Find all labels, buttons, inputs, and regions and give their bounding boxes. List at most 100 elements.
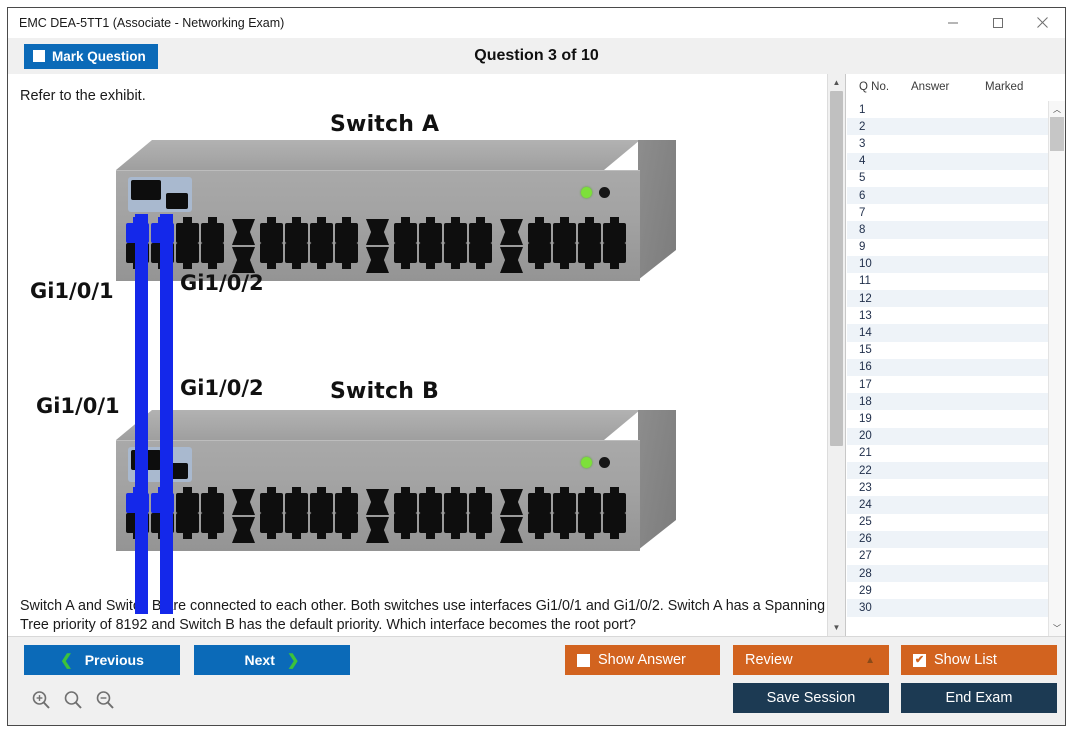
scroll-down-icon[interactable]: ▼: [828, 619, 845, 636]
question-list-row[interactable]: 14: [847, 324, 1048, 341]
question-list-scrollbar-thumb[interactable]: [1050, 117, 1064, 151]
port: [578, 217, 601, 243]
list-scroll-up-icon[interactable]: ︿: [1049, 101, 1065, 117]
mark-question-checkbox[interactable]: [33, 50, 45, 62]
port: [260, 243, 283, 269]
row-question-number: 13: [847, 310, 899, 322]
scroll-up-icon[interactable]: ▲: [828, 74, 845, 91]
question-list-row[interactable]: 21: [847, 445, 1048, 462]
question-list-row[interactable]: 11: [847, 273, 1048, 290]
switch-a-right-face: [638, 140, 676, 280]
row-question-number: 27: [847, 550, 899, 562]
question-list-row[interactable]: 3: [847, 135, 1048, 152]
question-list-row[interactable]: 30: [847, 599, 1048, 616]
previous-button[interactable]: ❮ Previous: [24, 645, 180, 675]
question-list-row[interactable]: 9: [847, 239, 1048, 256]
close-icon[interactable]: [1020, 8, 1065, 37]
switch-a-status-led-green: [581, 187, 592, 198]
question-list-row[interactable]: 26: [847, 531, 1048, 548]
port: [553, 243, 576, 269]
question-list-row[interactable]: 23: [847, 479, 1048, 496]
question-list-row[interactable]: 4: [847, 153, 1048, 170]
port: [285, 487, 308, 513]
port: [603, 217, 626, 243]
port: [176, 243, 199, 269]
previous-button-label: Previous: [85, 652, 144, 668]
row-question-number: 24: [847, 499, 899, 511]
show-list-checkbox[interactable]: ✔: [913, 654, 926, 667]
switch-b-status-led-off: [599, 457, 610, 468]
row-question-number: 10: [847, 258, 899, 270]
body-split: Refer to the exhibit. Switch A: [8, 74, 1065, 636]
question-list-row[interactable]: 27: [847, 548, 1048, 565]
switch-a-front-panel: [116, 170, 640, 281]
end-exam-label: End Exam: [946, 690, 1013, 706]
question-list-row[interactable]: 10: [847, 256, 1048, 273]
switch-a-gi1-0-2-label: Gi1/0/2: [180, 271, 264, 295]
chevron-right-icon: ❯: [287, 651, 300, 669]
question-list-row[interactable]: 12: [847, 290, 1048, 307]
switch-b-right-face: [638, 410, 676, 550]
question-list-row[interactable]: 6: [847, 187, 1048, 204]
question-list-scrollbar[interactable]: ︿ ﹀: [1048, 101, 1065, 636]
port: [603, 487, 626, 513]
footer-toolbar: ❮ Previous Next ❯ Show Answer Review ▲ ✔…: [8, 636, 1065, 725]
port: [419, 217, 442, 243]
row-question-number: 5: [847, 172, 899, 184]
switch-b-gi1-0-2-label: Gi1/0/2: [180, 376, 264, 400]
port-group-divider: [498, 217, 525, 275]
question-list-row[interactable]: 20: [847, 428, 1048, 445]
port: [285, 513, 308, 539]
list-scroll-down-icon[interactable]: ﹀: [1049, 620, 1065, 636]
end-exam-button[interactable]: End Exam: [901, 683, 1057, 713]
content-scrollbar-thumb[interactable]: [830, 91, 843, 446]
review-dropdown[interactable]: Review ▲: [733, 645, 889, 675]
question-list-row[interactable]: 2: [847, 118, 1048, 135]
port-group-divider: [364, 487, 391, 545]
question-list-row[interactable]: 16: [847, 359, 1048, 376]
console-port-primary-icon: [131, 180, 161, 200]
show-answer-button[interactable]: Show Answer: [565, 645, 720, 675]
minimize-icon[interactable]: [930, 8, 975, 37]
port: [394, 217, 417, 243]
exhibit-diagram: Switch A: [8, 104, 828, 599]
switch-a-status-led-off: [599, 187, 610, 198]
question-list-row[interactable]: 13: [847, 307, 1048, 324]
question-list-row[interactable]: 1: [847, 101, 1048, 118]
zoom-in-icon[interactable]: [30, 689, 52, 711]
port-group-divider: [498, 487, 525, 545]
question-list-row[interactable]: 22: [847, 462, 1048, 479]
row-question-number: 22: [847, 465, 899, 477]
maximize-icon[interactable]: [975, 8, 1020, 37]
port: [553, 513, 576, 539]
refer-to-exhibit-text: Refer to the exhibit.: [20, 88, 146, 104]
question-list-row[interactable]: 28: [847, 565, 1048, 582]
question-list-row[interactable]: 7: [847, 204, 1048, 221]
question-counter: Question 3 of 10: [8, 47, 1065, 65]
next-button[interactable]: Next ❯: [194, 645, 350, 675]
content-scrollbar[interactable]: ▲ ▼: [827, 74, 845, 636]
zoom-reset-icon[interactable]: [62, 689, 84, 711]
question-list-row[interactable]: 24: [847, 496, 1048, 513]
question-list-row[interactable]: 29: [847, 582, 1048, 599]
port: [335, 487, 358, 513]
row-question-number: 30: [847, 602, 899, 614]
mark-question-button[interactable]: Mark Question: [24, 44, 158, 69]
port-group: [394, 217, 492, 269]
save-session-button[interactable]: Save Session: [733, 683, 889, 713]
port: [260, 513, 283, 539]
question-list-row[interactable]: 19: [847, 410, 1048, 427]
port: [310, 487, 333, 513]
question-list-row[interactable]: 18: [847, 393, 1048, 410]
show-answer-checkbox[interactable]: [577, 654, 590, 667]
port: [469, 513, 492, 539]
show-list-button[interactable]: ✔ Show List: [901, 645, 1057, 675]
port-group: [260, 487, 358, 539]
question-list-row[interactable]: 5: [847, 170, 1048, 187]
question-list-row[interactable]: 8: [847, 221, 1048, 238]
question-list-row[interactable]: 25: [847, 514, 1048, 531]
row-question-number: 4: [847, 155, 899, 167]
question-list-row[interactable]: 17: [847, 376, 1048, 393]
zoom-out-icon[interactable]: [94, 689, 116, 711]
question-list-row[interactable]: 15: [847, 342, 1048, 359]
